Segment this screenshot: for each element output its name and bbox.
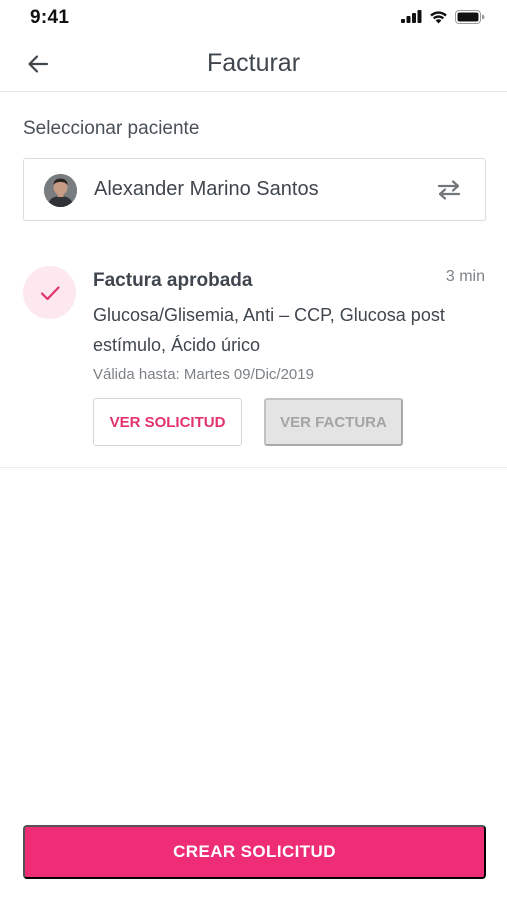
- patient-selector[interactable]: Alexander Marino Santos: [23, 158, 486, 221]
- cellular-signal-icon: [401, 10, 422, 28]
- app-header: Facturar: [0, 36, 507, 92]
- status-time: 9:41: [30, 7, 70, 28]
- select-patient-label: Seleccionar paciente: [23, 118, 200, 139]
- invoice-title: Factura aprobada: [93, 270, 253, 291]
- invoice-time-ago: 3 min: [445, 268, 485, 285]
- view-request-button[interactable]: VER SOLICITUD: [93, 398, 242, 446]
- wifi-icon: [429, 10, 448, 29]
- avatar: [44, 174, 77, 207]
- status-icons: [401, 9, 485, 29]
- invoice-valid-until: Válida hasta: Martes 09/Dic/2019: [93, 366, 314, 383]
- create-request-button[interactable]: CREAR SOLICITUD: [23, 825, 486, 879]
- page-title: Facturar: [206, 49, 301, 77]
- invoice-description: Glucosa/Glisemia, Anti – CCP, Glucosa po…: [93, 305, 445, 355]
- check-icon: [40, 285, 60, 300]
- status-bar: 9:41: [0, 0, 507, 36]
- battery-icon: [455, 9, 485, 29]
- view-invoice-button: VER FACTURA: [264, 398, 403, 446]
- invoice-card: Factura aprobada 3 min Glucosa/Glisemia,…: [0, 244, 507, 468]
- patient-name: Alexander Marino Santos: [94, 178, 319, 200]
- approved-status-indicator: [23, 266, 76, 319]
- swap-arrows-icon[interactable]: [435, 178, 463, 202]
